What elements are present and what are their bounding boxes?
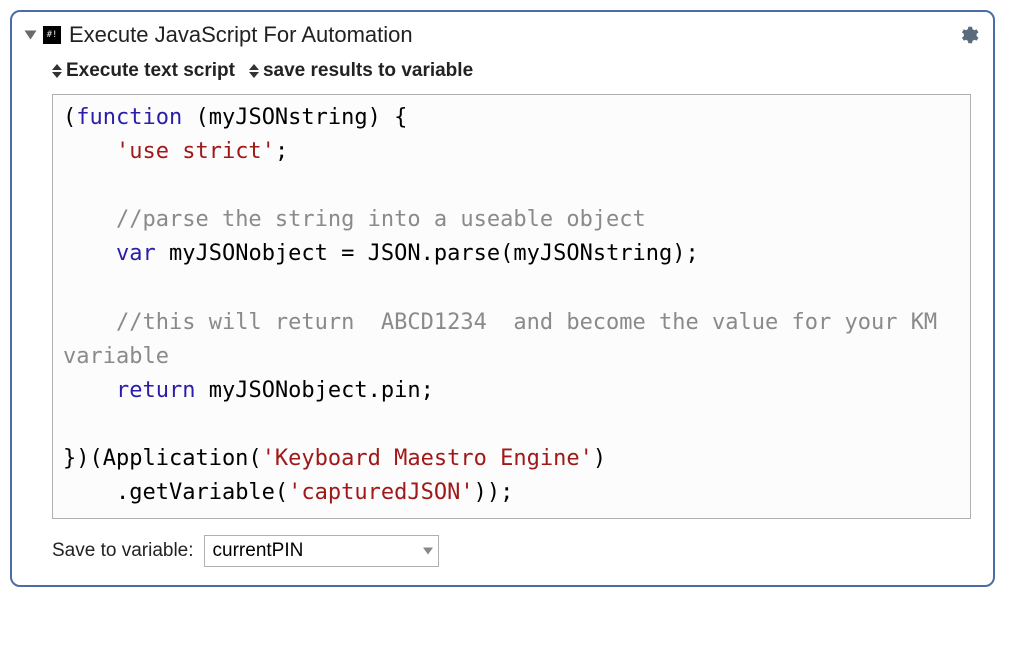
action-panel: Execute JavaScript For Automation Execut… bbox=[10, 10, 995, 587]
gear-icon[interactable] bbox=[957, 24, 979, 46]
script-app-icon bbox=[43, 26, 61, 44]
output-mode-select[interactable]: save results to variable bbox=[249, 60, 473, 82]
output-mode-label: save results to variable bbox=[263, 60, 473, 81]
execute-mode-select[interactable]: Execute text script bbox=[52, 60, 235, 82]
chevron-down-icon[interactable] bbox=[423, 548, 433, 555]
save-to-variable-row: Save to variable: bbox=[52, 535, 979, 567]
action-title: Execute JavaScript For Automation bbox=[69, 22, 949, 48]
action-header: Execute JavaScript For Automation bbox=[26, 22, 979, 48]
variable-name-input[interactable] bbox=[204, 535, 439, 567]
script-editor[interactable]: (function (myJSONstring) { 'use strict';… bbox=[52, 94, 971, 519]
stepper-icon bbox=[52, 64, 62, 78]
execute-mode-label: Execute text script bbox=[66, 60, 235, 81]
options-row: Execute text script save results to vari… bbox=[52, 60, 979, 82]
save-to-variable-label: Save to variable: bbox=[52, 540, 194, 562]
disclosure-triangle-icon[interactable] bbox=[25, 31, 37, 40]
stepper-icon bbox=[249, 64, 259, 78]
variable-name-field[interactable] bbox=[204, 535, 439, 567]
